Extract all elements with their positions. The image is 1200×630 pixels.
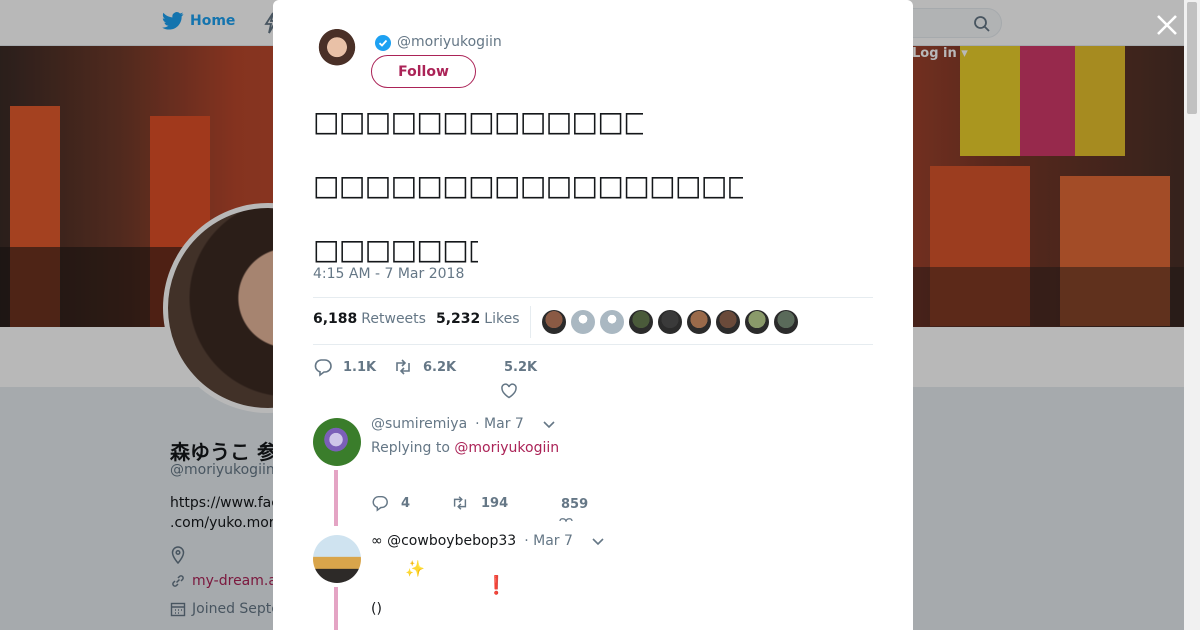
liker-avatar[interactable] [744,309,770,335]
liker-avatar[interactable] [773,309,799,335]
follow-button[interactable]: Follow [371,55,476,88]
close-icon[interactable] [1154,12,1180,38]
tweet-modal: @moriyukogiin Follow □□□□□□□□□□□□□ □□□□□□… [273,0,913,630]
verified-badge-icon [375,35,391,51]
reply-header: ∞ @cowboybebop33 · Mar 7 [371,533,605,549]
reply-button[interactable]: 4 [371,494,410,512]
scrollbar-thumb[interactable] [1187,2,1197,114]
liker-avatars [541,309,799,335]
reply-count: 1.1K [343,359,377,375]
reply-item[interactable]: @sumiremiya · Mar 7 Replying to @moriyuk… [313,414,873,526]
likes-label: Likes [484,311,520,327]
tweet-stats: 6,188 Retweets 5,232 Likes [313,297,873,345]
retweet-button[interactable]: 194 [451,494,508,512]
reply-icon [314,359,332,377]
liker-avatar[interactable] [628,309,654,335]
reply-avatar[interactable] [313,535,361,583]
thread-line [334,470,338,526]
reply-retweet-count: 194 [481,495,509,511]
reply-date[interactable]: · Mar 7 [475,416,524,432]
replying-to: Replying to @moriyukogiin [371,440,559,456]
liker-avatar[interactable] [599,309,625,335]
liker-avatar[interactable] [715,309,741,335]
likes-count: 5,232 [436,311,481,327]
reply-header: @sumiremiya · Mar 7 [371,416,556,432]
liker-avatar[interactable] [657,309,683,335]
reply-handle[interactable]: ∞ @cowboybebop33 [371,533,516,549]
retweet-button[interactable]: 6.2K [393,357,456,377]
tweet-timestamp[interactable]: 4:15 AM - 7 Mar 2018 [313,266,464,282]
heart-icon[interactable] [500,382,518,400]
reply-handle[interactable]: @sumiremiya [371,416,467,432]
tweet-actions: 1.1K 6.2K 5.2K [313,355,873,399]
retweets-count: 6,188 [313,311,358,327]
tweet-line: □□□□□□□□□□□□□□□□□□□□□□□□□□□□□□□ [313,105,643,138]
liker-avatar[interactable] [570,309,596,335]
retweets-stat[interactable]: 6,188 Retweets [313,311,426,327]
author-handle[interactable]: @moriyukogiin [397,34,502,50]
retweet-count: 6.2K [423,359,457,375]
reply-button[interactable]: 1.1K [313,357,376,377]
replying-to-link[interactable]: @moriyukogiin [454,440,559,456]
retweets-label: Retweets [361,311,426,327]
chevron-down-icon[interactable] [542,417,556,431]
tweet-text: □□□□□□□□□□□□□□□□□□□□□□□□□□□□□□□ □□□□□□□□… [313,90,883,282]
reply-reply-count: 4 [401,495,411,511]
reply-like-count: 859 [561,497,589,512]
page-scrollbar[interactable] [1184,0,1200,630]
likes-stat[interactable]: 5,232 Likes [436,311,520,327]
exclamation-emoji: ❗ [485,575,508,596]
sparkles-emoji: ✨ [405,559,425,578]
tweet-line: □□□□□□□□□□□□□□□□□□□□□□□□□□□□□□□□□□□□□□□□… [313,169,743,202]
author-avatar[interactable] [313,28,361,76]
chevron-down-icon[interactable] [591,534,605,548]
heart-icon[interactable] [559,516,573,522]
liker-avatar[interactable] [686,309,712,335]
reply-date[interactable]: · Mar 7 [524,533,573,549]
replying-prefix: Replying to [371,440,450,456]
liker-avatar[interactable] [541,309,567,335]
stats-divider [530,306,531,338]
retweet-icon [453,496,467,510]
reply-item[interactable]: ∞ @cowboybebop33 · Mar 7 ✨ ❗ () [313,531,873,630]
thread-line [334,587,338,630]
reply-avatar[interactable] [313,418,361,466]
reply-actions: 4 194 859 [371,494,671,522]
reply-text-line: () [371,601,382,617]
retweet-icon [396,359,410,375]
like-count: 5.2K [504,360,538,375]
reply-icon [372,495,388,512]
